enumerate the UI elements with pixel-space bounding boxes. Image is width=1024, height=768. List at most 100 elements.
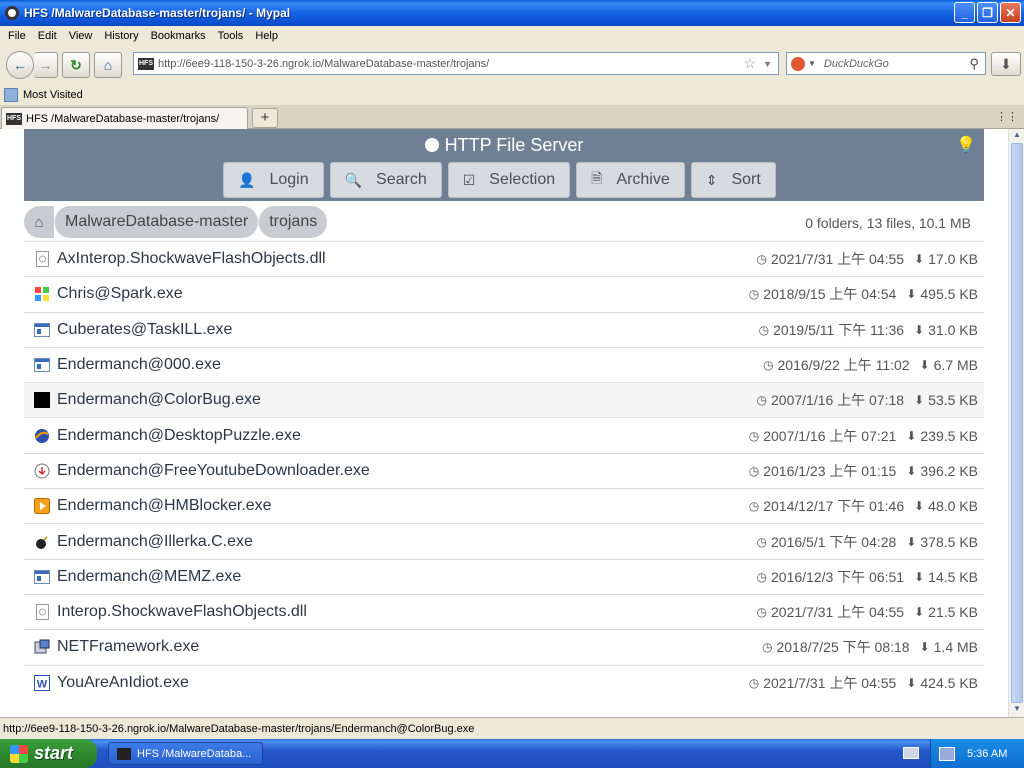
search-button[interactable]: 🔍 Search [329,162,442,198]
network-icon[interactable] [939,746,955,761]
hfs-title: HTTP File Server [24,135,984,156]
file-row[interactable]: Interop.ShockwaveFlashObjects.dll ◷ 2021/… [24,593,984,629]
file-date: 2018/9/15 上午 04:54 [763,286,897,303]
file-name-link[interactable]: Endermanch@000.exe [57,356,221,374]
forward-button[interactable]: → [34,52,58,78]
menu-bookmarks[interactable]: Bookmarks [145,30,212,42]
most-visited-link[interactable]: Most Visited [23,89,83,101]
menu-bar: File Edit View History Bookmarks Tools H… [0,26,1024,46]
file-size: 17.0 KB [928,251,978,268]
file-name-link[interactable]: Endermanch@HMBlocker.exe [57,497,272,515]
file-name-link[interactable]: Interop.ShockwaveFlashObjects.dll [57,603,307,621]
scrollbar-thumb[interactable] [1011,143,1023,703]
navigation-toolbar: ← → ↻ ⌂ HFS http://6ee9-118-150-3-26.ngr… [0,46,1024,84]
breadcrumb-malwaredatabase[interactable]: MalwareDatabase-master [54,206,259,238]
url-bar[interactable]: HFS http://6ee9-118-150-3-26.ngrok.io/Ma… [133,52,779,75]
search-engine-dropdown-icon[interactable]: ▼ [808,59,816,68]
new-tab-button[interactable]: + [252,108,278,128]
mypal-app-icon [5,6,19,20]
start-button[interactable]: start [0,739,97,768]
file-row[interactable]: Endermanch@MEMZ.exe ◷ 2016/12/3 下午 06:51 ⬇… [24,558,984,594]
menu-view[interactable]: View [63,30,99,42]
menu-help[interactable]: Help [249,30,284,42]
mypal-taskbar-icon [117,747,131,760]
menu-file[interactable]: File [2,30,32,42]
sort-button[interactable]: ⇕ Sort [690,162,776,198]
file-name-link[interactable]: Cuberates@TaskILL.exe [57,321,232,339]
file-size: 424.5 KB [920,674,978,691]
tab-list-icon[interactable]: ⋮⋮ [996,110,1018,123]
duckduckgo-icon[interactable] [791,56,805,71]
selection-button[interactable]: ☑ Selection [447,162,571,198]
clock-icon: ◷ [756,605,767,620]
taskbar: start HFS /MalwareDataba... 5:36 AM [0,739,1024,768]
file-row[interactable]: Endermanch@DesktopPuzzle.exe ◷ 2007/1/16 … [24,417,984,452]
file-row[interactable]: Cuberates@TaskILL.exe ◷ 2019/5/11 下午 11:3… [24,311,984,347]
file-name-link[interactable]: Chris@Spark.exe [57,285,183,303]
file-date: 2007/1/16 上午 07:21 [763,427,897,444]
file-row[interactable]: Endermanch@FreeYoutubeDownloader.exe ◷ 20… [24,452,984,488]
file-size: 53.5 KB [928,392,978,409]
menu-edit[interactable]: Edit [32,30,63,42]
menu-history[interactable]: History [98,30,144,42]
breadcrumb-trojans[interactable]: trojans [258,206,328,238]
download-icon: ⬇ [919,358,930,373]
file-name-link[interactable]: Endermanch@ColorBug.exe [57,391,261,409]
scroll-up-icon[interactable]: ▲ [1011,130,1023,142]
reload-button[interactable]: ↻ [62,52,90,78]
lightbulb-icon[interactable]: 💡 [956,135,976,155]
file-row[interactable]: W YouAreAnIdiot.exe ◷ 2021/7/31 上午 04:55 ⬇… [24,664,984,700]
file-row[interactable]: Chris@Spark.exe ◷ 2018/9/15 上午 04:54 ⬇ 495.… [24,276,984,311]
tab-favicon: HFS [6,112,22,125]
file-row[interactable]: Endermanch@ColorBug.exe ◷ 2007/1/16 上午 07… [24,382,984,418]
file-name-link[interactable]: Endermanch@FreeYoutubeDownloader.exe [57,462,370,480]
login-button[interactable]: 👤 Login [223,162,324,198]
bookmark-star-icon[interactable]: ☆ [743,55,756,72]
file-name-link[interactable]: Endermanch@MEMZ.exe [57,568,241,586]
file-name-link[interactable]: YouAreAnIdiot.exe [57,674,189,692]
file-size: 1.4 MB [933,639,978,656]
reload-icon: ↻ [70,56,82,73]
search-box[interactable]: ▼ DuckDuckGo ⚲ [786,52,986,75]
minimize-button[interactable]: _ [954,2,975,23]
file-row[interactable]: Endermanch@000.exe ◷ 2016/9/22 上午 11:02 ⬇ 6… [24,346,984,382]
file-name-link[interactable]: AxInterop.ShockwaveFlashObjects.dll [57,250,326,268]
back-button[interactable]: ← [6,51,34,79]
file-date: 2007/1/16 上午 07:18 [771,392,905,409]
search-icon: 🔍 [344,171,363,188]
scroll-down-icon[interactable]: ▼ [1011,704,1023,716]
file-row[interactable]: Endermanch@Illerka.C.exe ◷ 2016/5/1 下午 04… [24,523,984,558]
dll-file-icon [34,604,50,621]
play-box-icon [34,498,50,515]
file-list: AxInterop.ShockwaveFlashObjects.dll ◷ 202… [24,241,984,700]
home-button[interactable]: ⌂ [94,52,122,78]
window-title-bar[interactable]: HFS /MalwareDatabase-master/trojans/ - M… [0,0,1024,26]
file-row[interactable]: NETFramework.exe ◷ 2018/7/25 下午 08:18 ⬇ 1.4… [24,629,984,664]
search-placeholder[interactable]: DuckDuckGo [824,58,889,70]
url-text[interactable]: http://6ee9-118-150-3-26.ngrok.io/Malwar… [158,58,489,70]
search-icon[interactable]: ⚲ [969,56,979,72]
file-row[interactable]: Endermanch@HMBlocker.exe ◷ 2014/12/17 下午 … [24,488,984,523]
breadcrumb-home[interactable]: ⌂ [24,206,54,238]
file-name-link[interactable]: Endermanch@Illerka.C.exe [57,533,253,551]
file-name-link[interactable]: Endermanch@DesktopPuzzle.exe [57,427,301,445]
close-button[interactable]: ✕ [1000,2,1021,23]
vertical-scrollbar[interactable]: ▲ ▼ [1008,129,1024,717]
tab-hfs-trojans[interactable]: HFS HFS /MalwareDatabase-master/trojans/ [1,107,248,129]
clock-icon: ◷ [748,675,760,690]
tab-label: HFS /MalwareDatabase-master/trojans/ [26,112,220,125]
clock-icon: ◷ [748,499,760,514]
downloads-button[interactable]: ⬇ [991,52,1021,76]
download-icon: ⬇ [906,675,917,690]
archive-button[interactable]: 🗎 Archive [576,162,685,198]
file-name-link[interactable]: NETFramework.exe [57,638,199,656]
download-icon: ⬇ [906,428,917,443]
file-date: 2021/7/31 上午 04:55 [771,251,905,268]
maximize-button[interactable]: ❐ [977,2,998,23]
menu-tools[interactable]: Tools [212,30,250,42]
keyboard-icon[interactable] [903,747,919,759]
file-row[interactable]: AxInterop.ShockwaveFlashObjects.dll ◷ 202… [24,241,984,276]
taskbar-item-mypal[interactable]: HFS /MalwareDataba... [108,742,263,765]
url-dropdown-icon[interactable]: ▼ [763,59,772,69]
clock[interactable]: 5:36 AM [967,748,1007,760]
